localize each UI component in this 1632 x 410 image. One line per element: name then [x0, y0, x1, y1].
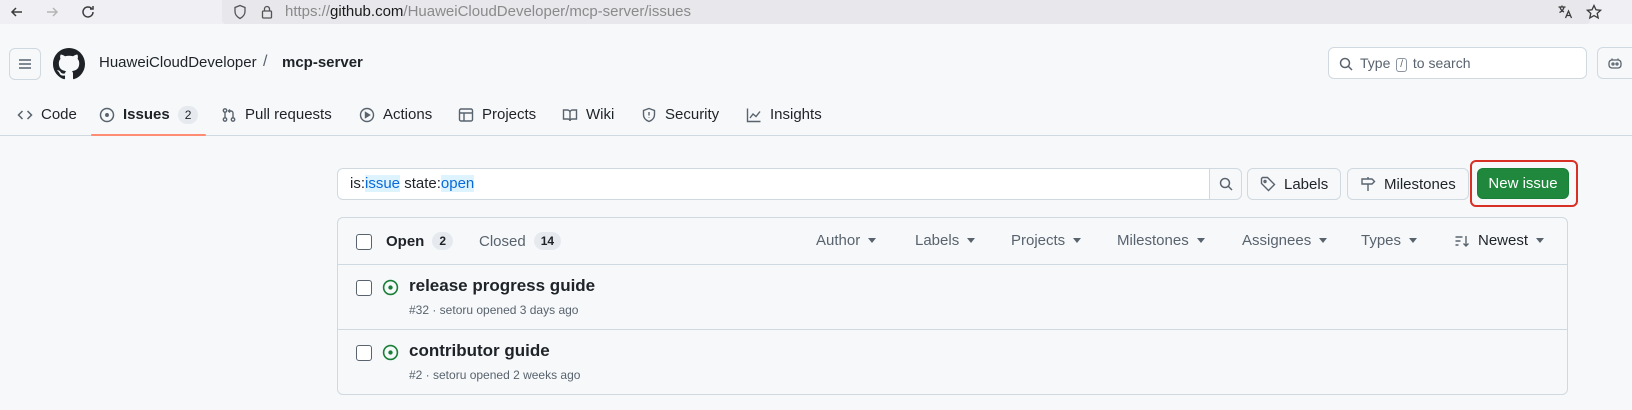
search-icon — [1339, 57, 1353, 71]
translate-icon[interactable] — [1555, 2, 1575, 22]
open-count-badge: 2 — [432, 232, 454, 250]
author-filter-dropdown[interactable]: Author — [816, 232, 877, 249]
breadcrumb-owner[interactable]: HuaweiCloudDeveloper — [99, 54, 257, 71]
search-placeholder: Type / to search — [1360, 55, 1471, 72]
caret-down-icon — [1536, 238, 1545, 243]
issue-opened-icon — [99, 107, 115, 123]
breadcrumb-separator: / — [263, 53, 268, 70]
repo-header: HuaweiCloudDeveloper / mcp-server Type /… — [0, 24, 1632, 136]
tab-insights[interactable]: Insights — [746, 101, 822, 136]
url-text: https://github.com/HuaweiCloudDeveloper/… — [285, 3, 692, 20]
back-icon[interactable] — [7, 2, 27, 22]
shield-icon — [234, 4, 246, 20]
types-filter-dropdown[interactable]: Types — [1361, 232, 1418, 249]
milestone-icon — [1361, 177, 1376, 191]
caret-down-icon — [1196, 238, 1205, 243]
tab-code[interactable]: Code — [17, 101, 77, 136]
sort-desc-icon — [1455, 235, 1469, 247]
github-logo-icon[interactable] — [53, 48, 85, 80]
tab-projects[interactable]: Projects — [458, 101, 536, 136]
copilot-icon — [1608, 58, 1622, 69]
issue-opened-icon — [382, 279, 399, 296]
labels-button[interactable]: Labels — [1247, 168, 1342, 200]
git-pull-request-icon — [222, 108, 236, 122]
tag-icon — [1260, 176, 1276, 192]
caret-down-icon — [967, 238, 976, 243]
assignees-filter-dropdown[interactable]: Assignees — [1242, 232, 1328, 249]
new-issue-button[interactable]: New issue — [1477, 168, 1569, 199]
bookmark-star-icon[interactable] — [1584, 2, 1604, 22]
forward-icon[interactable] — [42, 2, 62, 22]
search-icon — [1219, 177, 1233, 191]
table-icon — [458, 108, 474, 122]
issues-list-header: Open 2 Closed 14 Author Labels Projects … — [338, 218, 1567, 265]
shield-icon — [642, 107, 656, 123]
graph-icon — [746, 108, 761, 123]
issue-meta: #2 · setoru opened 2 weeks ago — [409, 368, 581, 382]
closed-issues-tab[interactable]: Closed 14 — [479, 232, 562, 250]
hamburger-menu-button[interactable] — [9, 48, 41, 80]
tab-actions[interactable]: Actions — [359, 101, 432, 136]
issue-opened-icon — [382, 344, 399, 361]
issue-checkbox[interactable] — [356, 280, 372, 296]
caret-down-icon — [1409, 238, 1418, 243]
breadcrumb-repo[interactable]: mcp-server — [282, 54, 363, 71]
issue-meta: #32 · setoru opened 3 days ago — [409, 303, 579, 317]
copilot-button[interactable] — [1597, 47, 1632, 79]
open-issues-tab[interactable]: Open 2 — [386, 232, 454, 250]
issue-checkbox[interactable] — [356, 345, 372, 361]
tab-security[interactable]: Security — [641, 101, 719, 136]
global-search-input[interactable]: Type / to search — [1328, 47, 1587, 79]
lock-icon — [261, 5, 273, 19]
select-all-checkbox[interactable] — [356, 234, 372, 250]
issues-count-badge: 2 — [177, 106, 199, 124]
caret-down-icon — [868, 238, 877, 243]
sort-dropdown[interactable]: Newest — [1454, 232, 1545, 249]
play-icon — [359, 107, 375, 123]
closed-count-badge: 14 — [533, 232, 562, 250]
issue-title-link[interactable]: release progress guide — [409, 276, 595, 296]
new-issue-highlight: New issue — [1470, 160, 1578, 207]
caret-down-icon — [1073, 238, 1082, 243]
book-icon — [562, 109, 578, 122]
reload-icon[interactable] — [78, 2, 98, 22]
tab-wiki[interactable]: Wiki — [562, 101, 614, 136]
browser-toolbar: https://github.com/HuaweiCloudDeveloper/… — [0, 0, 1632, 24]
hamburger-icon — [19, 59, 31, 69]
issues-filter-input[interactable]: is:issue state:open — [337, 168, 1210, 200]
milestones-filter-dropdown[interactable]: Milestones — [1117, 232, 1205, 249]
issue-row[interactable]: release progress guide #32 · setoru open… — [338, 265, 1567, 330]
tab-pull-requests[interactable]: Pull requests — [221, 101, 332, 136]
projects-filter-dropdown[interactable]: Projects — [1011, 232, 1082, 249]
milestones-button[interactable]: Milestones — [1347, 168, 1469, 200]
issues-list: Open 2 Closed 14 Author Labels Projects … — [337, 217, 1568, 395]
tab-issues[interactable]: Issues 2 — [90, 101, 207, 136]
caret-down-icon — [1319, 238, 1328, 243]
issue-row[interactable]: contributor guide #2 · setoru opened 2 w… — [338, 330, 1567, 394]
labels-filter-dropdown[interactable]: Labels — [915, 232, 976, 249]
issue-title-link[interactable]: contributor guide — [409, 341, 550, 361]
filter-search-button[interactable] — [1209, 168, 1242, 200]
code-icon — [17, 110, 33, 120]
